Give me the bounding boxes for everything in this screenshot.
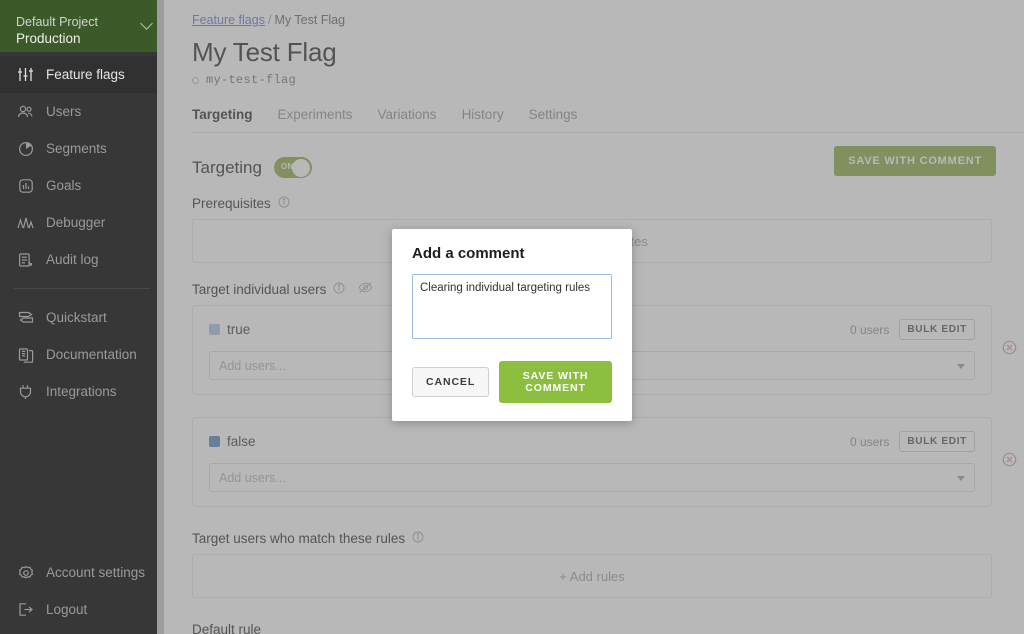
save-with-comment-button[interactable]: SAVE WITH COMMENT	[499, 361, 612, 403]
sidebar-item-label: Documentation	[46, 347, 137, 362]
sidebar-item-users[interactable]: Users	[0, 93, 164, 130]
comment-textarea[interactable]	[412, 274, 612, 339]
sidebar-item-documentation[interactable]: Documentation	[0, 336, 164, 373]
signpost-icon	[16, 309, 35, 327]
logout-icon	[16, 601, 35, 619]
sidebar: Default Project Production Feature flags	[0, 0, 164, 634]
sidebar-divider	[14, 288, 150, 289]
sidebar-item-audit-log[interactable]: Audit log	[0, 241, 164, 278]
sidebar-item-label: Logout	[46, 602, 87, 617]
target-icon	[16, 177, 35, 195]
users-icon	[16, 103, 35, 121]
waveform-icon	[16, 214, 35, 232]
sidebar-item-label: Audit log	[46, 252, 99, 267]
sidebar-item-label: Goals	[46, 178, 81, 193]
book-icon	[16, 346, 35, 364]
sidebar-item-feature-flags[interactable]: Feature flags	[0, 56, 164, 93]
project-name: Default Project	[16, 14, 148, 30]
sidebar-nav-bottom: Account settings Logout	[0, 554, 164, 634]
sidebar-item-label: Users	[46, 104, 81, 119]
sidebar-nav-primary: Feature flags Users	[0, 52, 164, 410]
add-comment-modal: Add a comment CANCEL SAVE WITH COMMENT	[392, 229, 632, 421]
clipboard-icon	[16, 251, 35, 269]
sliders-icon	[16, 66, 35, 84]
modal-title: Add a comment	[412, 245, 612, 262]
cancel-button[interactable]: CANCEL	[412, 367, 489, 397]
sidebar-item-account-settings[interactable]: Account settings	[0, 554, 164, 591]
app-root: Default Project Production Feature flags	[0, 0, 1024, 634]
plug-icon	[16, 383, 35, 401]
sidebar-scrollbar[interactable]	[157, 0, 164, 634]
sidebar-item-debugger[interactable]: Debugger	[0, 204, 164, 241]
sidebar-item-label: Feature flags	[46, 67, 125, 82]
sidebar-item-goals[interactable]: Goals	[0, 167, 164, 204]
sidebar-item-logout[interactable]: Logout	[0, 591, 164, 628]
project-environment: Production	[16, 30, 148, 47]
sidebar-item-label: Segments	[46, 141, 107, 156]
gear-icon	[16, 564, 35, 582]
sidebar-item-label: Account settings	[46, 565, 145, 580]
sidebar-item-label: Quickstart	[46, 310, 107, 325]
sidebar-item-label: Integrations	[46, 384, 117, 399]
sidebar-item-quickstart[interactable]: Quickstart	[0, 299, 164, 336]
sidebar-item-segments[interactable]: Segments	[0, 130, 164, 167]
project-switcher[interactable]: Default Project Production	[0, 0, 164, 52]
sidebar-item-label: Debugger	[46, 215, 105, 230]
sidebar-item-integrations[interactable]: Integrations	[0, 373, 164, 410]
pie-chart-icon	[16, 140, 35, 158]
modal-actions: CANCEL SAVE WITH COMMENT	[412, 361, 612, 403]
